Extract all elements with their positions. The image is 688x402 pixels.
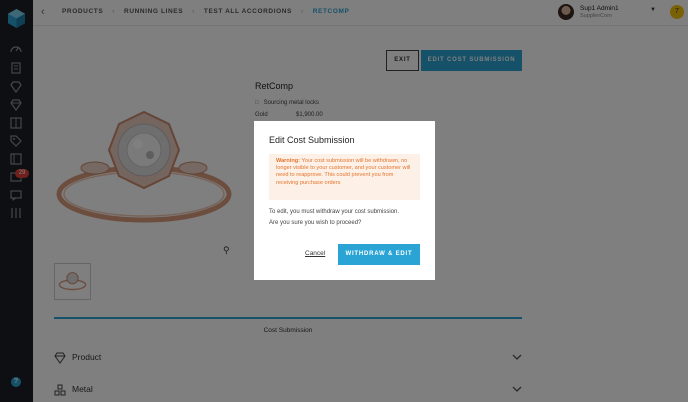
modal-title: Edit Cost Submission: [269, 135, 355, 145]
edit-cost-submission-modal: Edit Cost Submission Warning: Your cost …: [254, 121, 435, 280]
withdraw-and-edit-button[interactable]: WITHDRAW & EDIT: [338, 244, 420, 265]
warning-box: Warning: Your cost submission will be wi…: [269, 154, 420, 200]
cancel-link[interactable]: Cancel: [305, 250, 325, 257]
warning-label: Warning:: [276, 158, 301, 164]
modal-instruction: To edit, you must withdraw your cost sub…: [269, 209, 400, 215]
modal-question: Are you sure you wish to proceed?: [269, 220, 362, 226]
